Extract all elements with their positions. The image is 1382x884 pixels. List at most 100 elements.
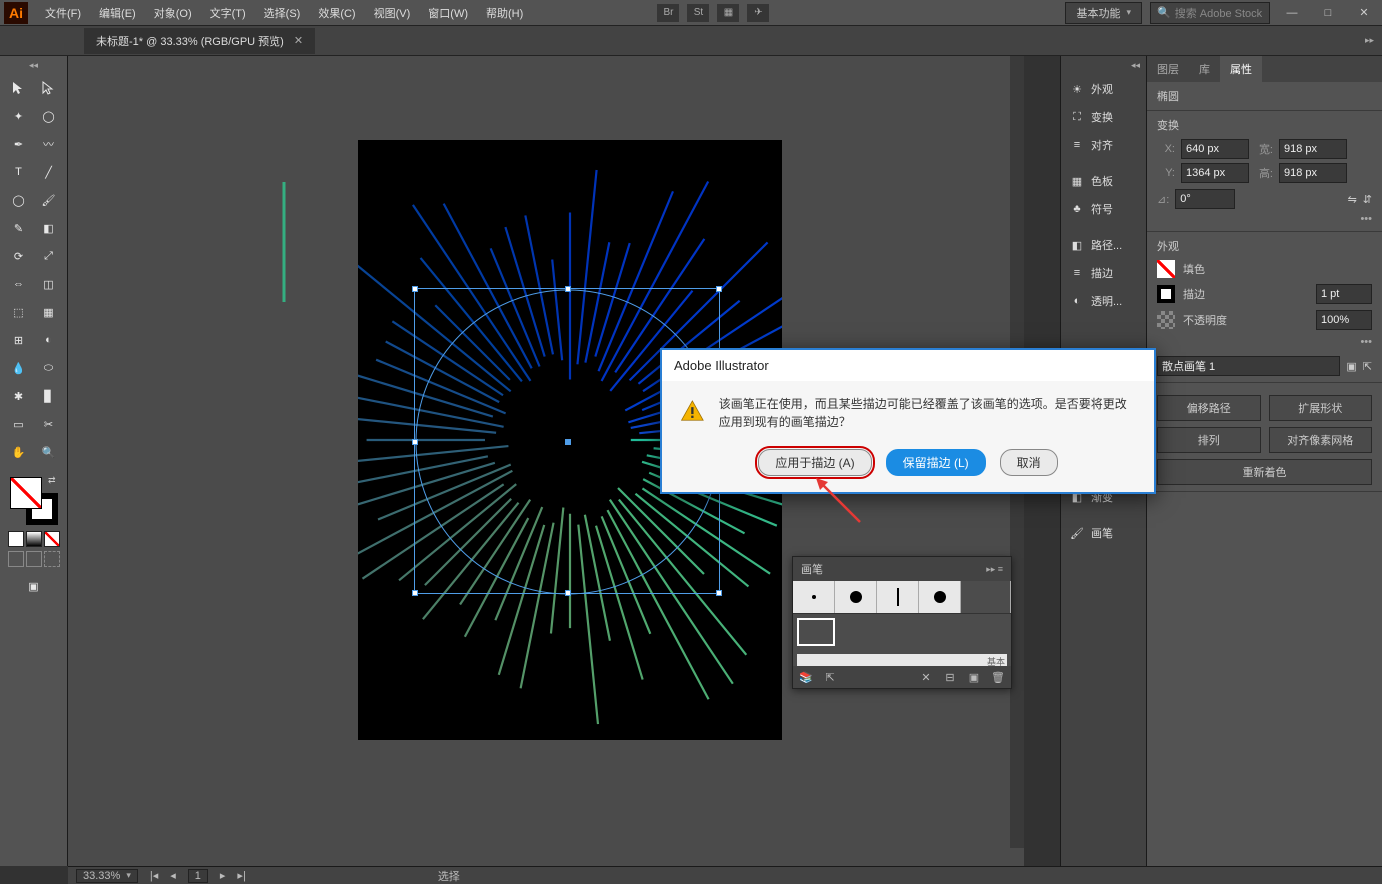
- mesh-tool[interactable]: ⊞: [5, 327, 33, 353]
- opacity-swatch[interactable]: [1157, 311, 1175, 329]
- y-input[interactable]: 1364 px: [1181, 163, 1249, 183]
- panel-pathfinder[interactable]: ◧路径...: [1061, 231, 1146, 259]
- cancel-button[interactable]: 取消: [1000, 449, 1058, 476]
- gpu-icon[interactable]: ✈: [747, 4, 769, 22]
- none-mode-icon[interactable]: [44, 531, 60, 547]
- type-tool[interactable]: T: [5, 159, 33, 185]
- selection-tool[interactable]: [5, 75, 33, 101]
- line-tool[interactable]: ╱: [35, 159, 63, 185]
- eyedropper-tool[interactable]: 💧: [5, 355, 33, 381]
- gradient-mode-icon[interactable]: [26, 531, 42, 547]
- panel-swatches[interactable]: ▦色板: [1061, 167, 1146, 195]
- curvature-tool[interactable]: 〰: [35, 131, 63, 157]
- menu-edit[interactable]: 编辑(E): [90, 5, 145, 21]
- brushes-panel[interactable]: 画笔 ▸▸ ≡ 基本 📚 ⇱ ✕ ⊟ ▣ 🗑: [792, 556, 1012, 689]
- paintbrush-tool[interactable]: 🖌: [35, 187, 63, 213]
- panel-stroke[interactable]: ≡描边: [1061, 259, 1146, 287]
- panel-align[interactable]: ≡对齐: [1061, 131, 1146, 159]
- expand-shape-button[interactable]: 扩展形状: [1269, 395, 1373, 421]
- stroke-color-swatch[interactable]: [1157, 285, 1175, 303]
- brush-lib-icon[interactable]: 📚: [799, 670, 813, 684]
- color-swatches[interactable]: ⇄: [10, 477, 58, 525]
- more-options-icon[interactable]: •••: [1360, 213, 1372, 225]
- direct-selection-tool[interactable]: [35, 75, 63, 101]
- brush-preset-row[interactable]: [793, 581, 1011, 614]
- selected-brush[interactable]: [797, 618, 835, 646]
- new-brush-icon[interactable]: ▣: [967, 670, 981, 684]
- document-tab[interactable]: 未标题-1* @ 33.33% (RGB/GPU 预览) ✕: [84, 28, 315, 54]
- symbol-sprayer-tool[interactable]: ✱: [5, 383, 33, 409]
- close-button[interactable]: ✕: [1350, 3, 1378, 23]
- draw-normal-icon[interactable]: [8, 551, 24, 567]
- artboard-tool[interactable]: ▭: [5, 411, 33, 437]
- menu-effect[interactable]: 效果(C): [309, 5, 364, 21]
- eraser-tool[interactable]: ◧: [35, 215, 63, 241]
- draw-behind-icon[interactable]: [26, 551, 42, 567]
- brush-selector[interactable]: 散点画笔 1: [1157, 356, 1340, 376]
- menu-file[interactable]: 文件(F): [36, 5, 90, 21]
- zoom-tool[interactable]: 🔍: [35, 439, 63, 465]
- stroke-weight-input[interactable]: 1 pt: [1316, 284, 1372, 304]
- fill-color-swatch[interactable]: [1157, 260, 1175, 278]
- panel-appearance[interactable]: ☀外观: [1061, 75, 1146, 103]
- fill-swatch[interactable]: [10, 477, 42, 509]
- nav-last-icon[interactable]: ▸|: [237, 869, 245, 882]
- close-tab-icon[interactable]: ✕: [294, 34, 303, 47]
- brush-settings-icon[interactable]: ⊟: [943, 670, 957, 684]
- magic-wand-tool[interactable]: ✦: [5, 103, 33, 129]
- stock-icon[interactable]: St: [687, 4, 709, 22]
- scale-tool[interactable]: ⤢: [35, 243, 63, 269]
- graph-tool[interactable]: ▊: [35, 383, 63, 409]
- apply-strokes-button[interactable]: 应用于描边 (A): [758, 449, 871, 476]
- tab-properties[interactable]: 属性: [1220, 56, 1262, 82]
- artboard-nav[interactable]: 1: [188, 869, 208, 883]
- flip-v-icon[interactable]: ⇵: [1363, 193, 1372, 206]
- arrange-button[interactable]: 排列: [1157, 427, 1261, 453]
- search-stock-input[interactable]: 🔍搜索 Adobe Stock: [1150, 2, 1270, 24]
- flip-h-icon[interactable]: ⇋: [1348, 193, 1357, 206]
- free-transform-tool[interactable]: ◫: [35, 271, 63, 297]
- nav-next-icon[interactable]: ▸: [220, 869, 226, 882]
- blend-tool[interactable]: ⬭: [35, 355, 63, 381]
- screen-mode-icon[interactable]: ▣: [20, 573, 48, 599]
- offset-path-button[interactable]: 偏移路径: [1157, 395, 1261, 421]
- h-input[interactable]: 918 px: [1279, 163, 1347, 183]
- bridge-icon[interactable]: Br: [657, 4, 679, 22]
- menu-select[interactable]: 选择(S): [255, 5, 310, 21]
- panel-transform[interactable]: ⛶变换: [1061, 103, 1146, 131]
- brush-options-icon[interactable]: ⇱: [823, 670, 837, 684]
- delete-brush-icon[interactable]: 🗑: [991, 670, 1005, 684]
- keep-strokes-button[interactable]: 保留描边 (L): [886, 449, 986, 476]
- brush-opts-icon[interactable]: ⇱: [1363, 360, 1372, 373]
- recolor-button[interactable]: 重新着色: [1157, 459, 1372, 485]
- color-mode-icon[interactable]: [8, 531, 24, 547]
- arrange-icon[interactable]: ▦: [717, 4, 739, 22]
- minimize-button[interactable]: —: [1278, 3, 1306, 23]
- nav-first-icon[interactable]: |◂: [150, 869, 158, 882]
- zoom-selector[interactable]: 33.33%▾: [76, 869, 138, 883]
- menu-view[interactable]: 视图(V): [365, 5, 420, 21]
- menu-help[interactable]: 帮助(H): [477, 5, 532, 21]
- w-input[interactable]: 918 px: [1279, 139, 1347, 159]
- panel-transparency[interactable]: ◐透明...: [1061, 287, 1146, 315]
- tab-layers[interactable]: 图层: [1147, 56, 1189, 82]
- brush-lib-icon[interactable]: ▣: [1346, 360, 1356, 373]
- shape-builder-tool[interactable]: ⬚: [5, 299, 33, 325]
- rotate-tool[interactable]: ⟳: [5, 243, 33, 269]
- maximize-button[interactable]: □: [1314, 3, 1342, 23]
- shaper-tool[interactable]: ✎: [5, 215, 33, 241]
- menu-object[interactable]: 对象(O): [145, 5, 201, 21]
- gradient-tool[interactable]: ◐: [35, 327, 63, 353]
- pen-tool[interactable]: ✒: [5, 131, 33, 157]
- draw-inside-icon[interactable]: [44, 551, 60, 567]
- panel-collapse-icon[interactable]: ▸▸: [1361, 31, 1378, 50]
- panel-expand-icon[interactable]: ◂◂: [1061, 56, 1146, 75]
- width-tool[interactable]: ⇔: [5, 271, 33, 297]
- nav-prev-icon[interactable]: ◂: [170, 869, 176, 882]
- panel-brushes[interactable]: 🖌画笔: [1061, 519, 1146, 547]
- panel-menu-icon[interactable]: ▸▸ ≡: [986, 564, 1003, 575]
- align-pixel-button[interactable]: 对齐像素网格: [1269, 427, 1373, 453]
- angle-input[interactable]: 0°: [1175, 189, 1235, 209]
- x-input[interactable]: 640 px: [1181, 139, 1249, 159]
- workspace-selector[interactable]: 基本功能▾: [1065, 2, 1142, 24]
